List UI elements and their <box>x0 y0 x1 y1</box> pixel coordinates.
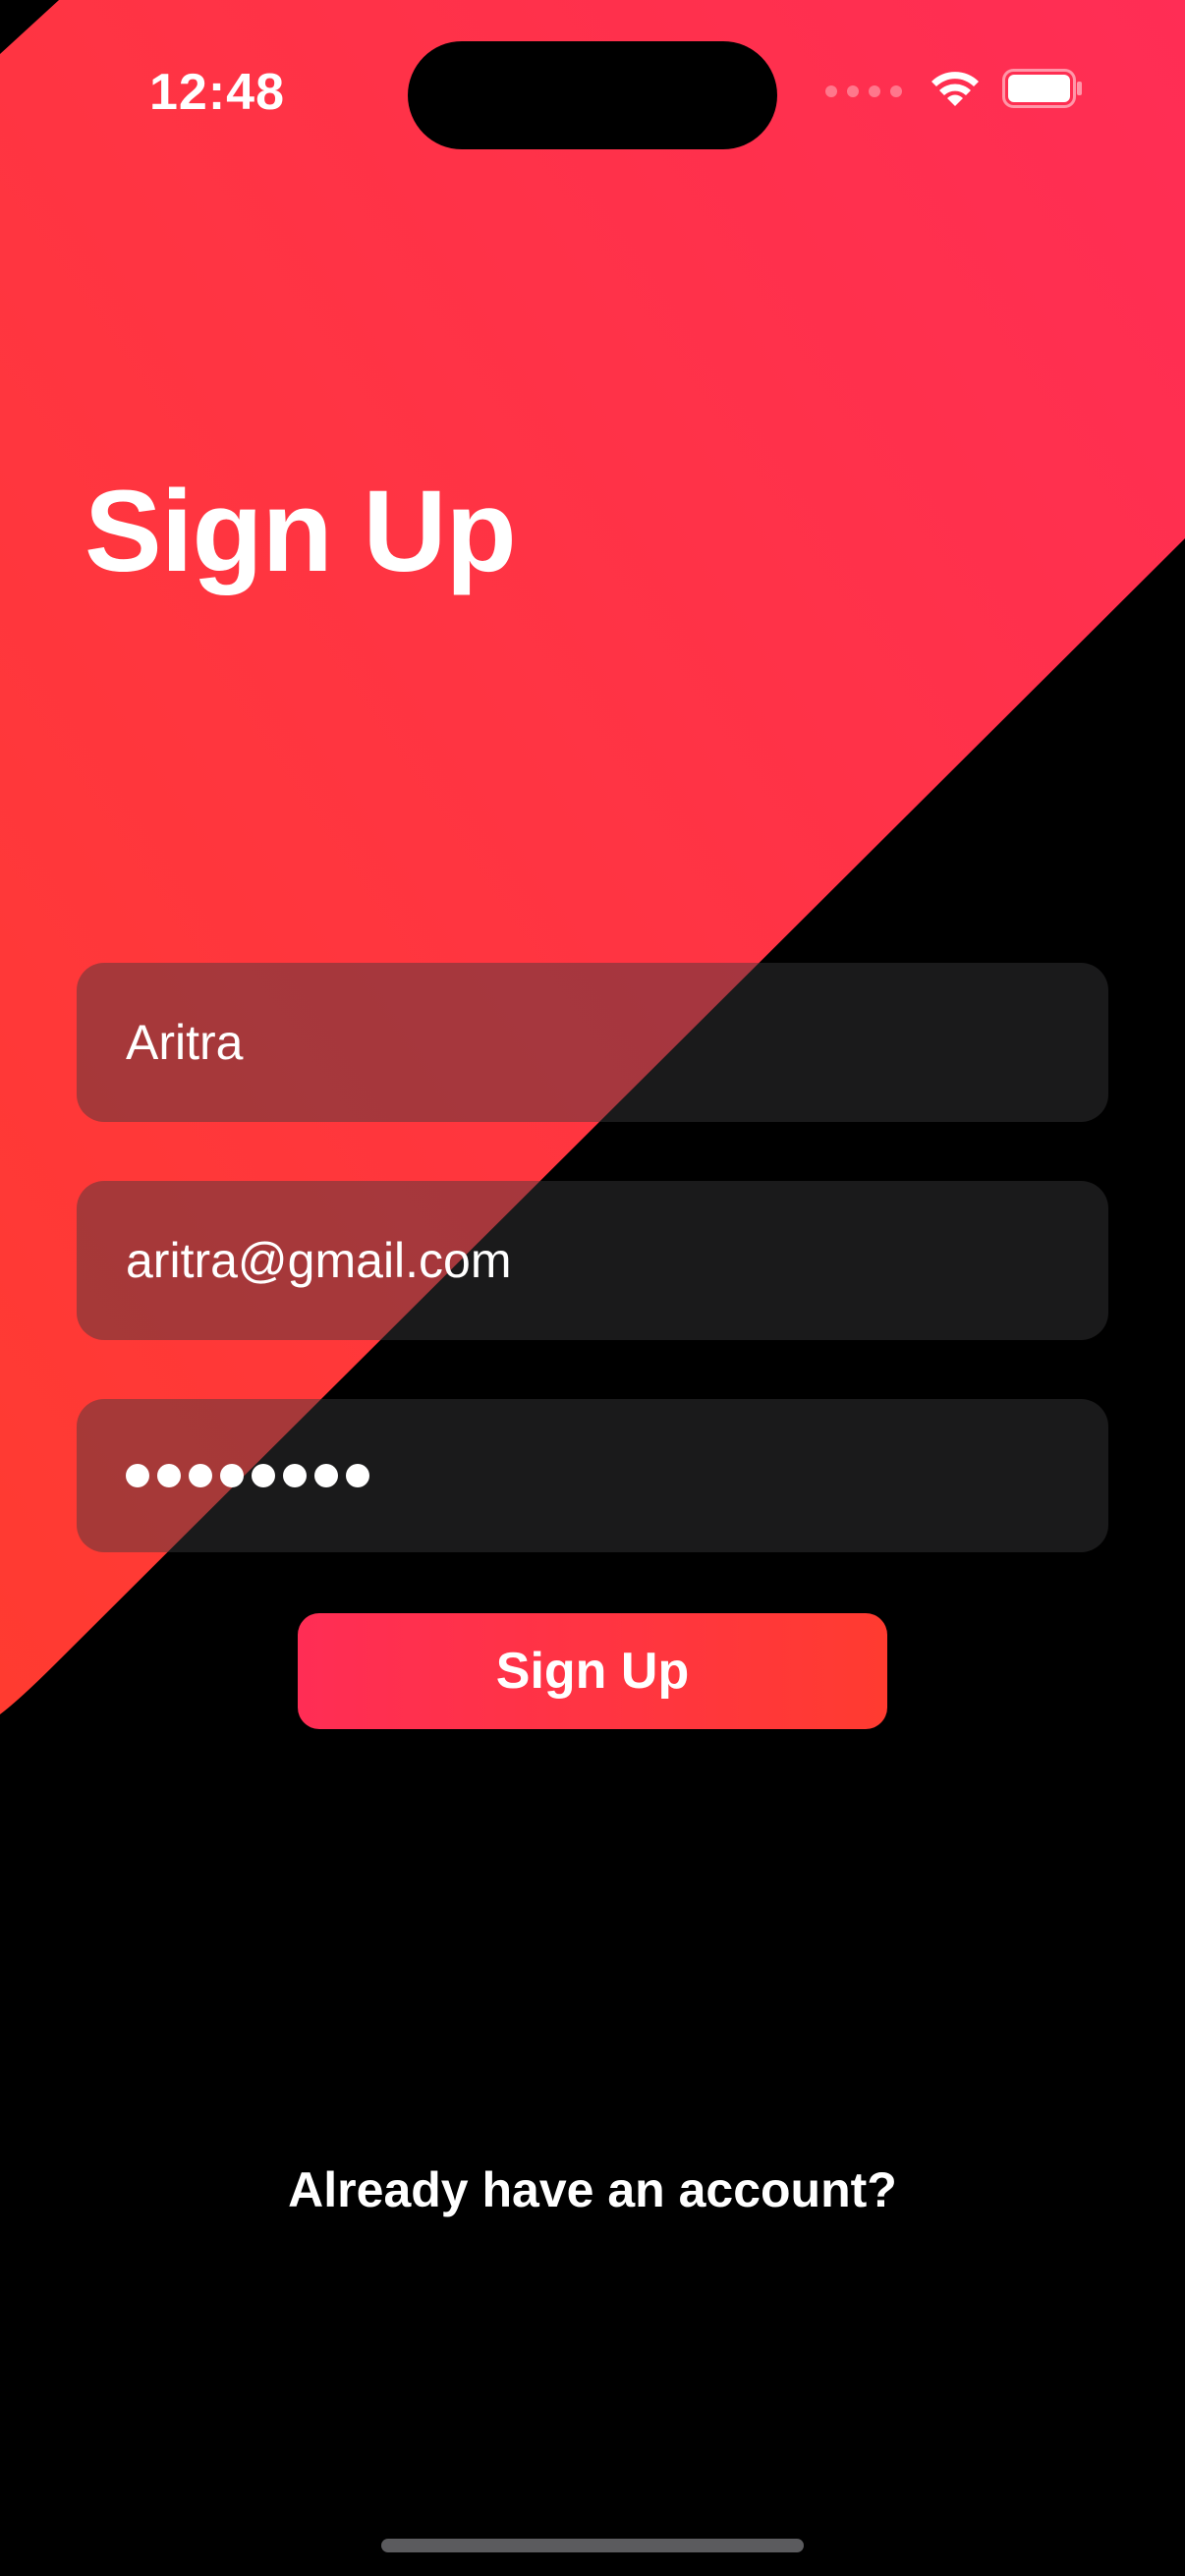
password-mask-dot <box>157 1464 181 1487</box>
page-title: Sign Up <box>85 467 517 596</box>
email-field[interactable]: aritra@gmail.com <box>77 1181 1108 1340</box>
password-mask-dot <box>189 1464 212 1487</box>
sign-up-button[interactable]: Sign Up <box>298 1613 887 1729</box>
password-mask-dot <box>314 1464 338 1487</box>
password-mask-dot <box>346 1464 369 1487</box>
signal-icon <box>825 84 902 97</box>
password-mask-dot <box>126 1464 149 1487</box>
login-link[interactable]: Already have an account? <box>0 2161 1185 2218</box>
status-icons <box>825 69 1083 113</box>
name-field-value: Aritra <box>126 1015 244 1070</box>
name-field[interactable]: Aritra <box>77 963 1108 1122</box>
dynamic-island <box>408 41 777 149</box>
home-indicator <box>381 2539 804 2552</box>
status-time: 12:48 <box>149 64 285 121</box>
wifi-icon <box>930 69 981 113</box>
password-mask-dot <box>252 1464 275 1487</box>
battery-icon <box>1002 69 1083 113</box>
password-mask <box>126 1464 369 1487</box>
email-field-value: aritra@gmail.com <box>126 1233 512 1288</box>
password-mask-dot <box>283 1464 307 1487</box>
password-field[interactable] <box>77 1399 1108 1552</box>
password-mask-dot <box>220 1464 244 1487</box>
